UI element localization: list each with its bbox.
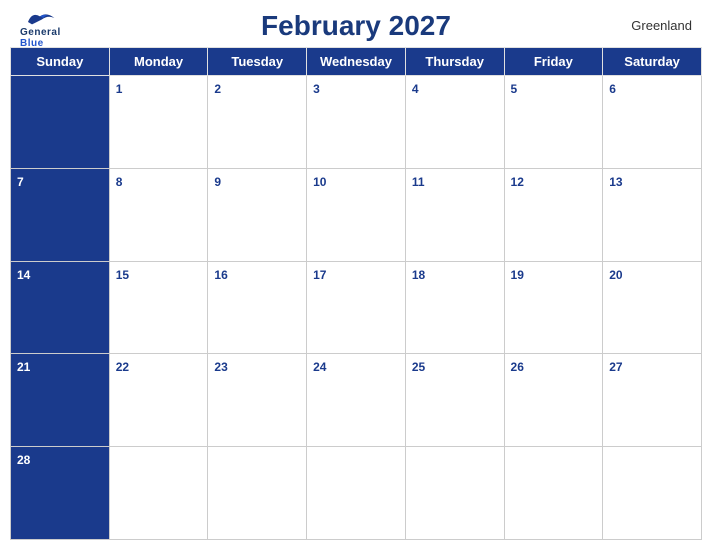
calendar-week-3: 14 15 16 17 18 19 20: [11, 261, 702, 354]
date-number: 23: [214, 360, 227, 374]
month-title: February 2027: [261, 10, 451, 42]
logo-icon: [24, 10, 56, 26]
calendar-cell: [603, 447, 702, 540]
calendar-cell: 5: [504, 76, 603, 169]
calendar-cell: [307, 447, 406, 540]
date-number: 14: [17, 268, 30, 282]
date-number: 19: [511, 268, 524, 282]
date-number: 20: [609, 268, 622, 282]
calendar-cell: 4: [405, 76, 504, 169]
date-number: 17: [313, 268, 326, 282]
calendar-week-4: 21 22 23 24 25 26 27: [11, 354, 702, 447]
calendar-cell: 20: [603, 261, 702, 354]
date-number: 8: [116, 175, 123, 189]
calendar-cell: 8: [109, 168, 208, 261]
date-number: 24: [313, 360, 326, 374]
date-number: 26: [511, 360, 524, 374]
calendar-cell: [109, 447, 208, 540]
date-number: 28: [17, 453, 30, 467]
calendar-cell: 27: [603, 354, 702, 447]
day-header-thursday: Thursday: [405, 48, 504, 76]
calendar-cell: [11, 76, 110, 169]
day-header-saturday: Saturday: [603, 48, 702, 76]
day-header-sunday: Sunday: [11, 48, 110, 76]
date-number: 9: [214, 175, 221, 189]
calendar-cell: 28: [11, 447, 110, 540]
calendar-cell: 13: [603, 168, 702, 261]
date-number: 5: [511, 82, 518, 96]
calendar-cell: [208, 447, 307, 540]
calendar-header: General Blue February 2027 Greenland: [0, 0, 712, 47]
calendar-cell: 23: [208, 354, 307, 447]
date-number: 12: [511, 175, 524, 189]
date-number: 22: [116, 360, 129, 374]
calendar-cell: 14: [11, 261, 110, 354]
calendar-cell: 15: [109, 261, 208, 354]
calendar-cell: 26: [504, 354, 603, 447]
date-number: 15: [116, 268, 129, 282]
day-header-tuesday: Tuesday: [208, 48, 307, 76]
calendar-cell: 6: [603, 76, 702, 169]
calendar-cell: [405, 447, 504, 540]
calendar-cell: 9: [208, 168, 307, 261]
day-header-monday: Monday: [109, 48, 208, 76]
calendar-cell: 3: [307, 76, 406, 169]
date-number: 2: [214, 82, 221, 96]
calendar-week-5: 28: [11, 447, 702, 540]
calendar-cell: [504, 447, 603, 540]
calendar-cell: 10: [307, 168, 406, 261]
date-number: 11: [412, 175, 425, 189]
date-number: 4: [412, 82, 419, 96]
date-number: 6: [609, 82, 616, 96]
date-number: 18: [412, 268, 425, 282]
calendar-cell: 2: [208, 76, 307, 169]
date-number: 13: [609, 175, 622, 189]
date-number: 16: [214, 268, 227, 282]
calendar-cell: 19: [504, 261, 603, 354]
date-number: 7: [17, 175, 24, 189]
date-number: 25: [412, 360, 425, 374]
day-header-friday: Friday: [504, 48, 603, 76]
date-number: 10: [313, 175, 326, 189]
calendar: SundayMondayTuesdayWednesdayThursdayFrid…: [0, 47, 712, 550]
calendar-cell: 22: [109, 354, 208, 447]
calendar-cell: 16: [208, 261, 307, 354]
date-number: 21: [17, 360, 30, 374]
logo: General Blue: [20, 10, 61, 49]
calendar-cell: 7: [11, 168, 110, 261]
date-number: 1: [116, 82, 123, 96]
date-number: 27: [609, 360, 622, 374]
calendar-cell: 12: [504, 168, 603, 261]
calendar-cell: 17: [307, 261, 406, 354]
calendar-cell: 21: [11, 354, 110, 447]
calendar-cell: 25: [405, 354, 504, 447]
day-header-wednesday: Wednesday: [307, 48, 406, 76]
calendar-week-1: 1 2 3 4 5 6: [11, 76, 702, 169]
logo-line1: General: [20, 27, 61, 38]
calendar-cell: 18: [405, 261, 504, 354]
date-number: 3: [313, 82, 320, 96]
region-label: Greenland: [631, 18, 692, 33]
calendar-cell: 1: [109, 76, 208, 169]
calendar-cell: 24: [307, 354, 406, 447]
logo-line2: Blue: [20, 38, 44, 49]
calendar-week-2: 7 8 9 10 11 12 13: [11, 168, 702, 261]
calendar-cell: 11: [405, 168, 504, 261]
